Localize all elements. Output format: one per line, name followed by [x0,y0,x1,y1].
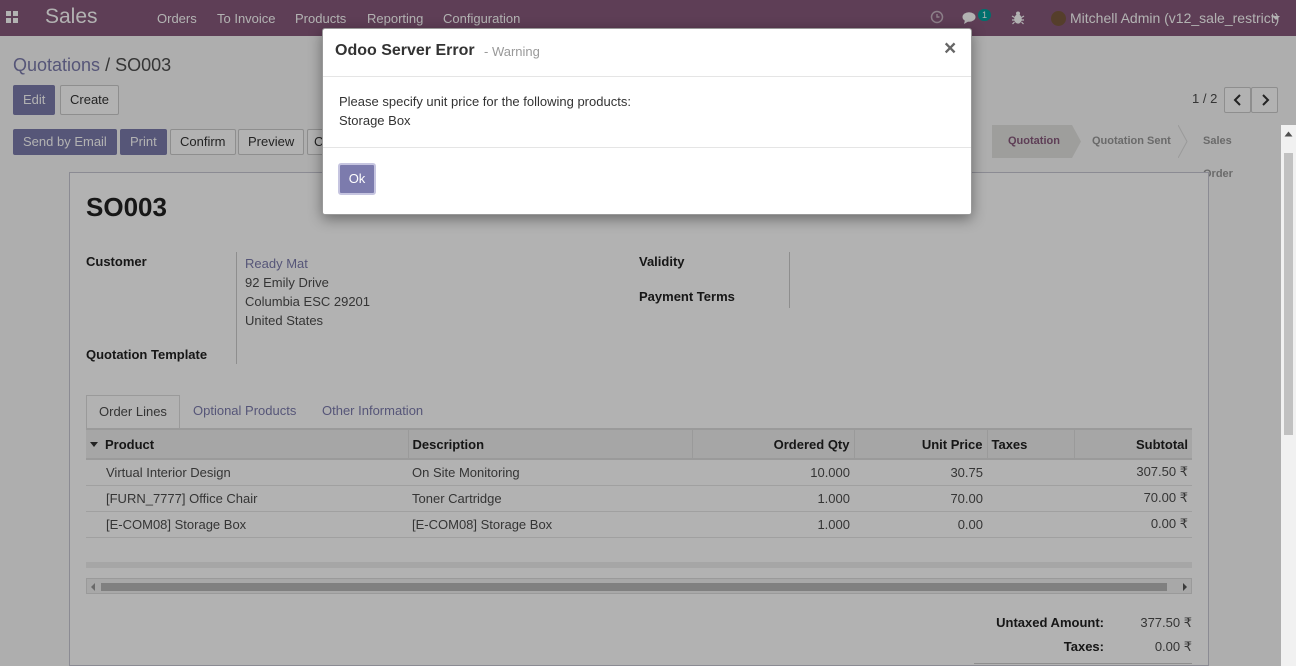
dialog-body: Please specify unit price for the follow… [339,92,631,130]
dialog-title: Odoo Server Error [335,42,475,59]
error-message: Please specify unit price for the follow… [339,94,631,109]
dialog-subtitle: - Warning [484,44,540,59]
vertical-scrollbar-thumb[interactable] [1284,153,1293,435]
error-product: Storage Box [339,113,411,128]
ok-button[interactable]: Ok [338,163,376,195]
dialog-header: Odoo Server Error - Warning × [323,29,971,77]
dialog-footer: Ok [323,147,971,215]
server-error-dialog: Odoo Server Error - Warning × Please spe… [322,28,972,215]
close-icon[interactable]: × [944,37,956,61]
vertical-scrollbar[interactable] [1281,125,1296,666]
scroll-up-icon[interactable] [1284,131,1293,137]
